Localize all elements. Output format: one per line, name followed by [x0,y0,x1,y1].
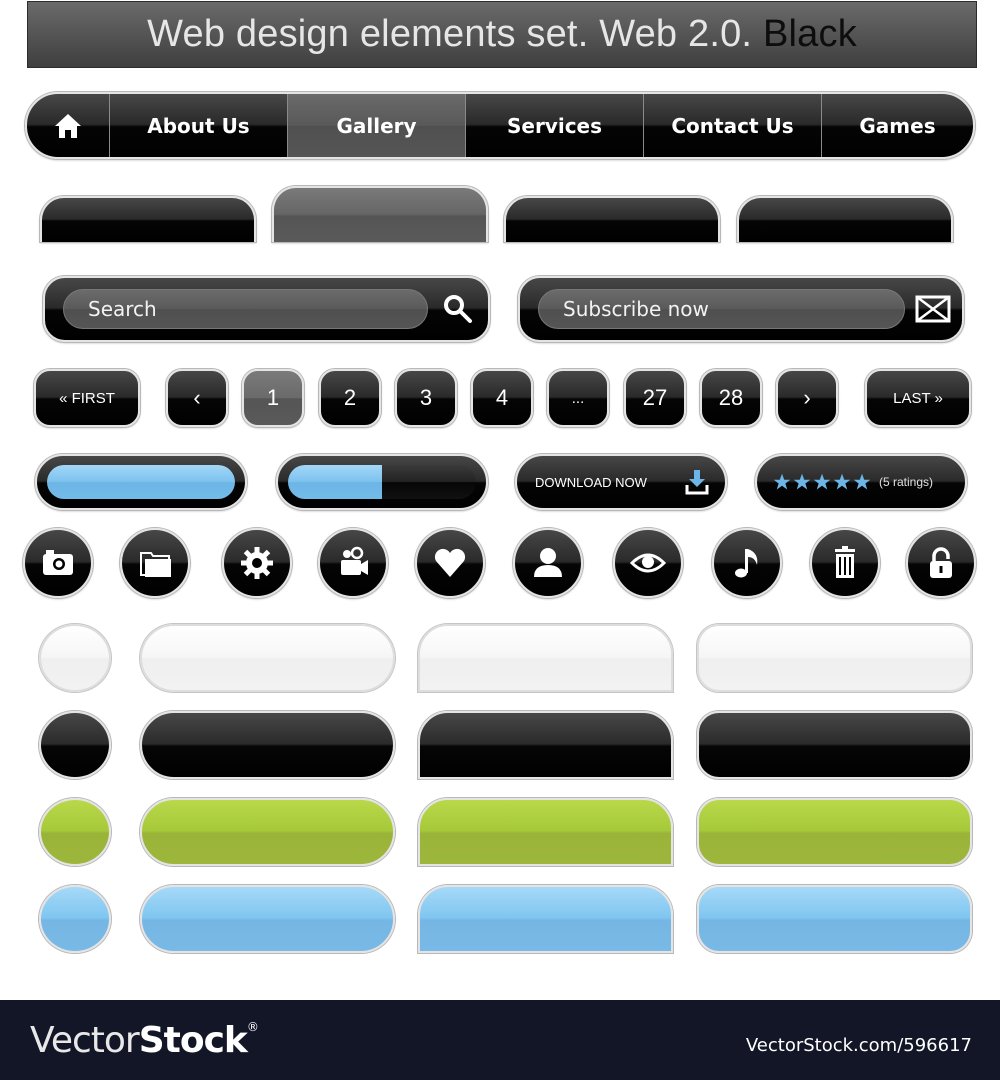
pagination-ellipsis: ... [547,369,609,427]
pagination-page-3[interactable]: 3 [395,369,457,427]
tab-1[interactable] [40,196,256,242]
pagination-page-4[interactable]: 4 [471,369,533,427]
lock-button[interactable] [906,528,976,598]
user-button[interactable] [513,528,583,598]
black-pill-button[interactable] [140,711,395,779]
pagination-page-28[interactable]: 28 [700,369,762,427]
pagination-prev[interactable]: ‹ [166,369,228,427]
progress-track [288,465,476,499]
music-note-button[interactable] [712,528,782,598]
footer: VectorStock® VectorStock.com/596617 [0,1000,1000,1080]
blue-pill-button[interactable] [140,885,395,953]
logo-thin: Vector [30,1020,140,1061]
camera-button[interactable] [23,528,93,598]
heart-button[interactable] [415,528,485,598]
subscribe-bar: Subscribe now [518,276,964,342]
trash-icon [835,546,855,578]
tab-4[interactable] [737,196,953,242]
star-icon[interactable] [793,473,811,491]
nav-about-us[interactable]: About Us [109,94,287,157]
heart-icon [434,548,466,577]
pagination-page-1[interactable]: 1 [242,369,304,427]
download-now-button[interactable]: DOWNLOAD NOW [515,454,727,510]
blue-tab-button[interactable] [418,885,673,953]
progress-fill-partial [288,465,382,499]
eye-button[interactable] [613,528,683,598]
blue-round-button[interactable] [39,885,111,953]
black-rounded-button[interactable] [697,711,972,779]
eye-icon [630,553,666,573]
rating-widget: (5 ratings) [755,454,967,510]
nav-contact-us[interactable]: Contact Us [643,94,821,157]
user-icon [534,548,562,577]
logo-mark: ® [246,1020,259,1034]
black-round-button[interactable] [39,711,111,779]
green-round-button[interactable] [39,798,111,866]
title-accent: Black [762,13,857,55]
white-tab-button[interactable] [418,624,673,692]
video-camera-icon [341,546,368,575]
page-title: Web design elements set. Web 2.0. Black [147,13,857,56]
tab-2-active[interactable] [272,186,488,242]
subscribe-input[interactable]: Subscribe now [538,289,905,329]
folder-icon [140,552,171,577]
search-bar: Search [43,276,490,342]
white-pill-button[interactable] [140,624,395,692]
nav-home[interactable] [27,94,109,157]
search-icon[interactable] [442,293,474,325]
download-label: DOWNLOAD NOW [535,474,647,490]
video-camera-button[interactable] [318,528,388,598]
green-tab-button[interactable] [418,798,673,866]
tab-3[interactable] [504,196,720,242]
title-main: Web design elements set. Web 2.0. [147,13,753,55]
star-icon[interactable] [813,473,831,491]
gear-icon [241,547,273,579]
pagination-last[interactable]: LAST » [865,369,971,427]
progress-bar-partial [276,454,488,510]
star-icon[interactable] [853,473,871,491]
progress-fill-full [47,465,235,499]
pagination-page-2[interactable]: 2 [319,369,381,427]
star-icon[interactable] [773,473,791,491]
nav-games[interactable]: Games [821,94,973,157]
nav-services[interactable]: Services [465,94,643,157]
trash-button[interactable] [810,528,880,598]
blue-rounded-button[interactable] [697,885,972,953]
title-banner: Web design elements set. Web 2.0. Black [27,1,977,68]
pagination-first[interactable]: « FIRST [34,369,140,427]
main-nav: About Us Gallery Services Contact Us Gam… [25,92,975,159]
star-icon[interactable] [833,473,851,491]
nav-gallery[interactable]: Gallery [287,94,465,157]
folder-button[interactable] [120,528,190,598]
white-rounded-button[interactable] [697,624,972,692]
green-pill-button[interactable] [140,798,395,866]
search-input[interactable]: Search [63,289,428,329]
logo-bold: Stock [138,1020,248,1061]
rating-count: (5 ratings) [879,475,934,489]
pagination-page-27[interactable]: 27 [624,369,686,427]
gear-button[interactable] [222,528,292,598]
rating-stars[interactable] [773,473,871,491]
image-url: VectorStock.com/596617 [745,1035,972,1056]
lock-icon [930,547,952,578]
white-round-button[interactable] [39,624,111,692]
music-note-icon [735,549,758,578]
camera-icon [43,550,73,575]
green-rounded-button[interactable] [697,798,972,866]
home-icon [55,113,81,138]
envelope-icon[interactable] [915,295,951,323]
black-tab-button[interactable] [418,711,673,779]
vectorstock-logo: VectorStock® [30,1020,259,1061]
pagination-next[interactable]: › [776,369,838,427]
progress-bar-full [35,454,247,510]
download-icon [685,470,709,495]
